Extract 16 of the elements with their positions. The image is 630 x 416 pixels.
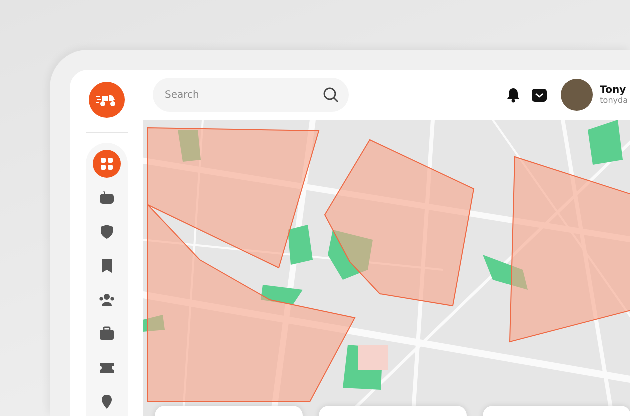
- search-icon: [323, 87, 339, 103]
- avatar[interactable]: [561, 79, 594, 111]
- ticket-icon: [98, 360, 114, 376]
- user-name: Tony: [600, 85, 628, 96]
- briefcase-icon: [98, 326, 114, 342]
- mail-icon[interactable]: [532, 88, 548, 102]
- robot-icon: [98, 190, 114, 206]
- bell-icon[interactable]: [507, 88, 520, 102]
- users-icon: [98, 292, 114, 308]
- shield-icon: [98, 224, 114, 240]
- user-email: tonyda: [600, 96, 628, 105]
- search-field[interactable]: Search: [153, 78, 349, 112]
- grid-icon: [98, 156, 114, 172]
- logo-icon: [88, 82, 124, 118]
- zone-polygon[interactable]: [148, 128, 320, 269]
- sidebar-item[interactable]: [92, 150, 120, 178]
